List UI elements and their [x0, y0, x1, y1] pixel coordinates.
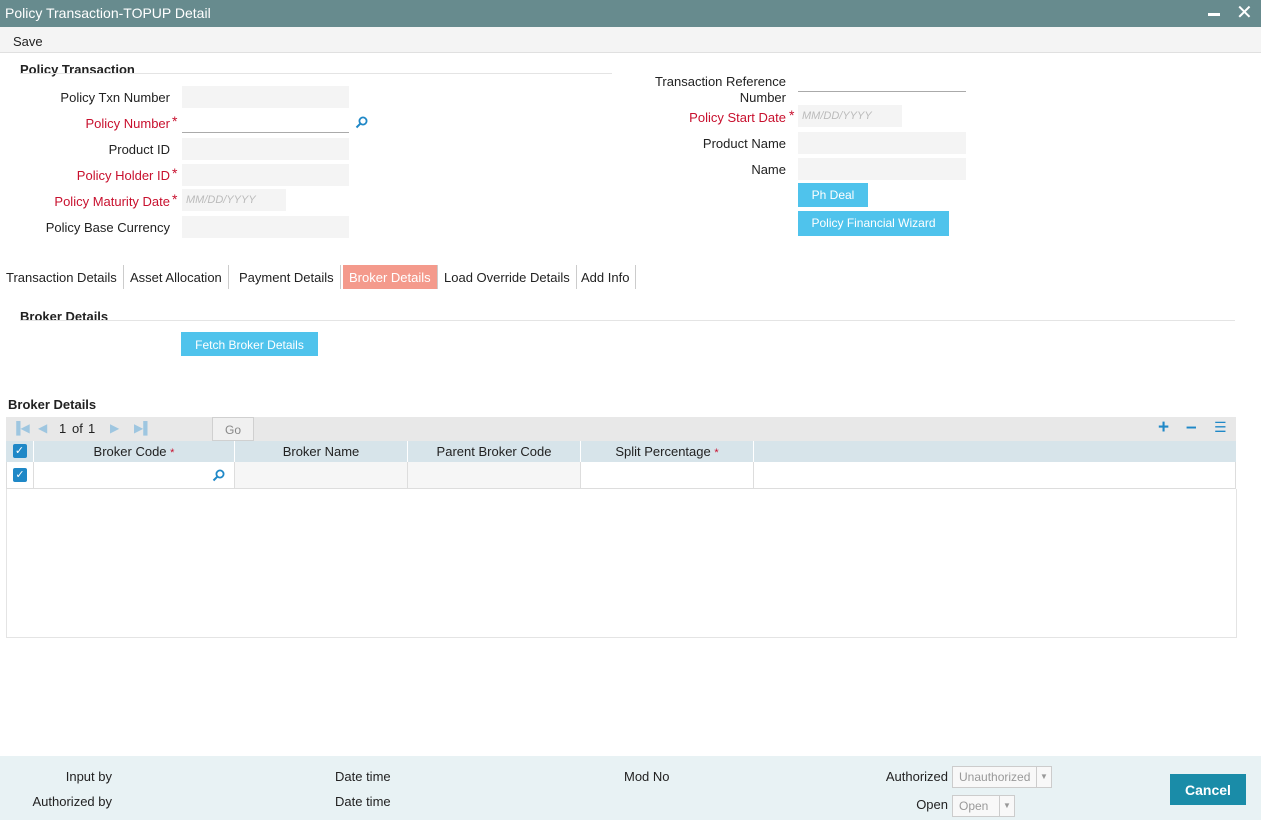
holder-id-field[interactable]	[182, 164, 349, 186]
split-percentage-cell[interactable]	[581, 462, 754, 488]
start-date-input[interactable]: MM/DD/YYYY	[798, 105, 902, 127]
tab-broker-details[interactable]: Broker Details	[343, 265, 438, 289]
authorized-by-label: Authorized by	[32, 794, 113, 809]
parent-broker-code-header: Parent Broker Code	[436, 444, 552, 459]
go-button[interactable]: Go	[212, 417, 254, 441]
required-mark: *	[170, 447, 175, 459]
broker-name-cell	[235, 462, 408, 488]
product-name-label: Product Name	[702, 136, 786, 151]
parent-broker-code-cell	[408, 462, 581, 488]
broker-name-header: Broker Name	[282, 444, 360, 459]
footer	[0, 756, 1261, 820]
last-page-icon[interactable]: ▶▌	[134, 421, 152, 435]
required-mark: *	[172, 113, 178, 129]
first-page-icon[interactable]: ▐◀	[12, 421, 30, 435]
policy-section-title: Policy Transaction	[20, 62, 135, 77]
required-mark: *	[172, 165, 178, 181]
authorized-status-dropdown[interactable]: Unauthorized ▼	[952, 766, 1052, 788]
ph-deal-button[interactable]: Ph Deal	[798, 183, 868, 207]
authorized-label: Authorized	[885, 769, 948, 784]
txn-ref-label-line2: Number	[739, 90, 786, 105]
column-header: Broker Code *	[34, 441, 235, 462]
date-time-label: Date time	[335, 769, 391, 784]
window-titlebar: Policy Transaction-TOPUP Detail ✕	[0, 0, 1261, 27]
toolbar: Save	[0, 27, 1261, 53]
txn-number-field[interactable]	[182, 86, 349, 108]
mod-no-label: Mod No	[624, 769, 670, 784]
grid-body	[6, 489, 1237, 638]
base-currency-label: Policy Base Currency	[45, 220, 170, 235]
list-view-icon[interactable]: ☰	[1214, 419, 1227, 436]
chevron-down-icon: ▼	[1036, 767, 1051, 787]
table-row: ✓	[6, 462, 1236, 489]
required-mark: *	[714, 447, 719, 459]
section-divider	[20, 73, 612, 74]
window-title: Policy Transaction-TOPUP Detail	[5, 5, 211, 21]
search-icon[interactable]	[355, 116, 368, 129]
minimize-icon[interactable]	[1208, 13, 1220, 16]
column-header: Broker Name	[235, 441, 408, 462]
previous-page-icon[interactable]: ◀	[38, 421, 47, 435]
start-date-label: Policy Start Date	[689, 110, 786, 125]
product-id-field[interactable]	[182, 138, 349, 160]
remove-row-icon[interactable]: –	[1186, 417, 1197, 439]
name-label: Name	[751, 162, 786, 177]
select-all-checkbox[interactable]: ✓	[12, 444, 27, 458]
tab-add-info[interactable]: Add Info	[575, 265, 637, 289]
tab-payment-details[interactable]: Payment Details	[233, 265, 341, 289]
name-field[interactable]	[798, 158, 966, 180]
grid-header: ✓ Broker Code * Broker Name Parent Broke…	[6, 441, 1236, 462]
current-page: 1	[59, 421, 67, 436]
fetch-broker-details-button[interactable]: Fetch Broker Details	[181, 332, 318, 356]
broker-code-header: Broker Code	[93, 444, 167, 459]
split-percentage-header: Split Percentage	[615, 444, 711, 459]
policy-number-input[interactable]	[182, 111, 349, 133]
save-button[interactable]: Save	[13, 34, 43, 49]
txn-ref-input[interactable]	[798, 70, 966, 92]
search-icon[interactable]	[212, 469, 225, 482]
tab-load-override-details[interactable]: Load Override Details	[438, 265, 577, 289]
date-time-label: Date time	[335, 794, 391, 809]
product-id-label: Product ID	[108, 142, 170, 157]
close-icon[interactable]: ✕	[1236, 2, 1253, 24]
required-mark: *	[789, 107, 795, 123]
authorized-status-value: Unauthorized	[959, 770, 1031, 784]
broker-code-cell[interactable]	[34, 462, 235, 488]
row-checkbox[interactable]: ✓	[13, 468, 27, 482]
required-mark: *	[172, 191, 178, 207]
broker-grid-title: Broker Details	[8, 397, 97, 412]
open-status-dropdown[interactable]: Open ▼	[952, 795, 1015, 817]
next-page-icon[interactable]: ▶	[110, 421, 119, 435]
policy-financial-wizard-button[interactable]: Policy Financial Wizard	[798, 211, 949, 236]
maturity-date-input[interactable]: MM/DD/YYYY	[182, 189, 286, 211]
page-of-label: of	[72, 421, 83, 436]
product-name-field[interactable]	[798, 132, 966, 154]
grid-toolbar: ▐◀ ◀ 1 of 1 ▶ ▶▌ Go + – ☰	[6, 417, 1236, 441]
open-label: Open	[916, 797, 948, 812]
broker-section-title: Broker Details	[20, 309, 109, 324]
policy-number-label: Policy Number	[85, 116, 170, 131]
column-header: Split Percentage *	[581, 441, 754, 462]
total-pages: 1	[88, 421, 96, 436]
maturity-date-label: Policy Maturity Date	[54, 194, 170, 209]
txn-ref-label-line1: Transaction Reference	[654, 74, 786, 89]
select-all-column: ✓	[6, 441, 34, 462]
section-divider	[20, 320, 1235, 321]
tab-asset-allocation[interactable]: Asset Allocation	[124, 265, 229, 289]
txn-number-label: Policy Txn Number	[60, 90, 170, 105]
open-status-value: Open	[959, 799, 989, 813]
column-header: Parent Broker Code	[408, 441, 581, 462]
row-select-cell: ✓	[7, 462, 34, 488]
chevron-down-icon: ▼	[999, 796, 1014, 816]
input-by-label: Input by	[65, 769, 112, 784]
cancel-button[interactable]: Cancel	[1170, 774, 1246, 805]
holder-id-label: Policy Holder ID	[76, 168, 170, 183]
add-row-icon[interactable]: +	[1158, 417, 1169, 439]
tab-transaction-details[interactable]: Transaction Details	[0, 265, 124, 289]
base-currency-field[interactable]	[182, 216, 349, 238]
